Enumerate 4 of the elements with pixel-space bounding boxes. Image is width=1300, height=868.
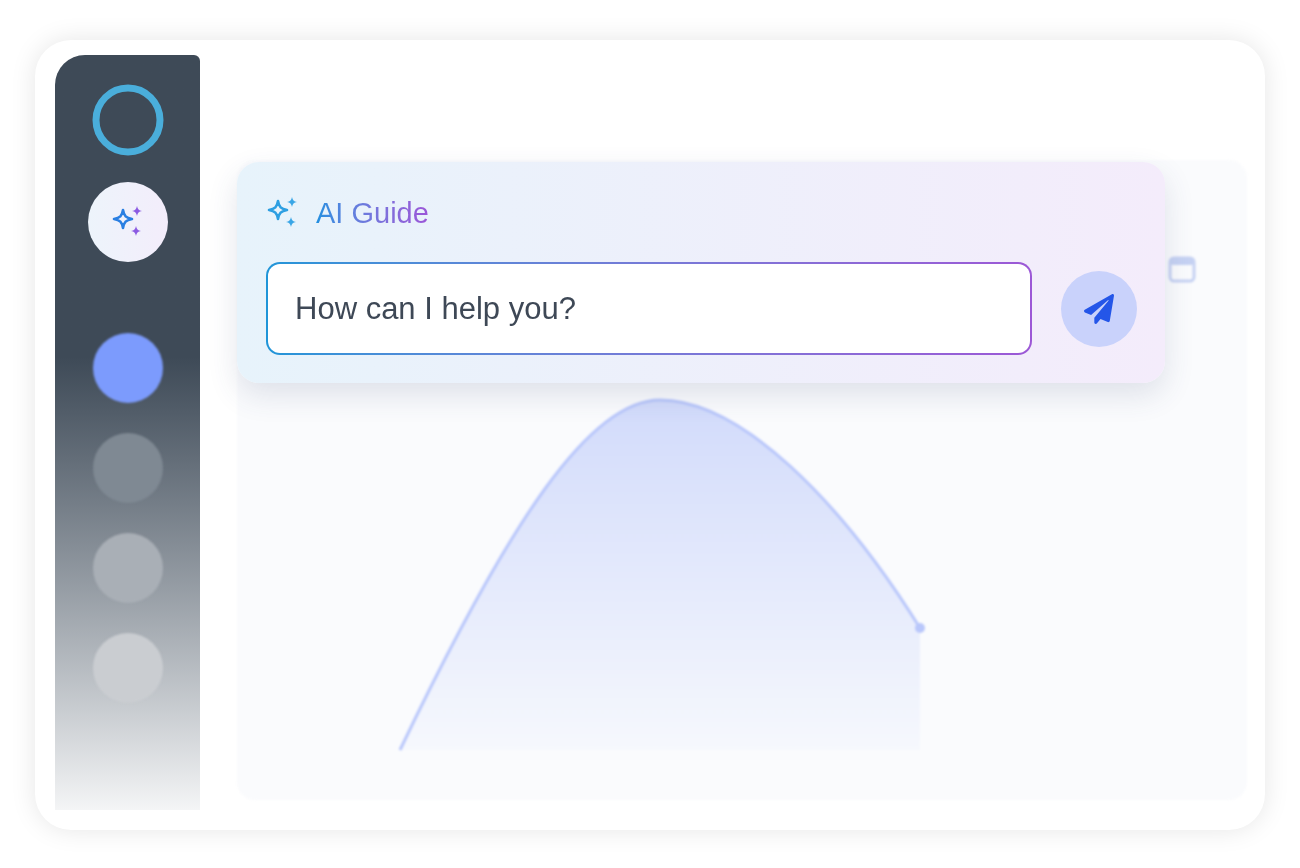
ring-logo-icon — [91, 84, 164, 156]
send-icon — [1084, 293, 1114, 324]
calendar-icon — [1168, 255, 1196, 283]
input-field[interactable]: How can I help you? — [266, 262, 1032, 355]
